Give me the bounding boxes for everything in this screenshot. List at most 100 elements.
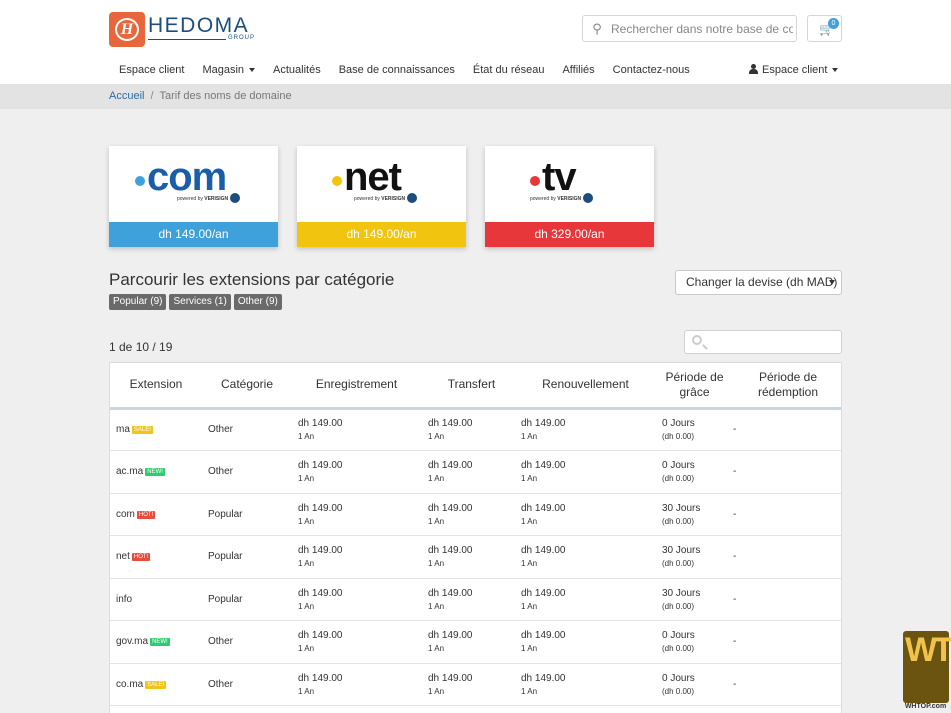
extension-cell: gov.ma NEW! (110, 620, 202, 664)
status-badge: HOT! (136, 510, 156, 519)
cart-button[interactable]: 🛒 0 (807, 15, 842, 42)
featured-tld-card-net[interactable]: net powered by VERISIGN dh 149.00/an (297, 146, 466, 247)
tld-logo: tv powered by VERISIGN (485, 146, 654, 222)
grace-period-cell: 0 Jours (dh 0.00) (656, 450, 733, 494)
chevron-down-icon (829, 280, 835, 285)
category-cell: Other (202, 620, 292, 664)
grace-period-cell: 0 Jours (dh 0.00) (656, 620, 733, 664)
user-icon (748, 64, 758, 74)
column-header-0[interactable]: Extension (110, 363, 202, 410)
featured-tld-card-tv[interactable]: tv powered by VERISIGN dh 329.00/an (485, 146, 654, 247)
brand-group: GROUP (228, 35, 256, 41)
breadcrumb-bar: Accueil / Tarif des noms de domaine (0, 84, 951, 109)
grace-period-cell: 30 Jours (dh 0.00) (656, 535, 733, 579)
featured-price: dh 149.00/an (109, 222, 278, 247)
status-badge: NEW! (145, 468, 165, 477)
renewal-price-cell: dh 149.00 1 An (515, 535, 656, 579)
redemption-period-cell: - (733, 663, 841, 706)
status-badge: SALE! (145, 680, 167, 689)
category-filter-1[interactable]: Services (1) (169, 294, 231, 310)
redemption-period-cell: - (733, 450, 841, 494)
grace-period-cell: 0 Jours (dh 0.00) (656, 408, 733, 451)
search-icon: ⚲ (592, 20, 602, 36)
table-row: gov.ma NEW! Other dh 149.00 1 An dh 149.00 1 A… (110, 620, 841, 664)
featured-price: dh 149.00/an (297, 222, 466, 247)
table-row: co.ma SALE! Other dh 149.00 1 An dh 149.00 1 A… (110, 663, 841, 706)
nav-item-5[interactable]: Affiliés (552, 60, 602, 80)
register-price-cell: dh 149.00 1 An (292, 663, 428, 706)
transfer-price-cell: dh 149.00 1 An (428, 408, 515, 451)
breadcrumb: Accueil / Tarif des noms de domaine (109, 90, 292, 102)
redemption-period-cell: - (733, 535, 841, 579)
column-header-3[interactable]: Transfert (428, 363, 515, 410)
column-header-5[interactable]: Période de grâce (656, 363, 733, 410)
category-cell: Other (202, 408, 292, 451)
register-price-cell: dh 149.00 1 An (292, 535, 428, 579)
featured-price: dh 329.00/an (485, 222, 654, 247)
verisign-icon (583, 193, 594, 203)
column-header-1[interactable]: Catégorie (202, 363, 292, 410)
redemption-period-cell: - (733, 408, 841, 451)
account-menu[interactable]: Espace client (748, 60, 839, 80)
chevron-down-icon (832, 68, 839, 73)
verisign-icon (407, 193, 418, 203)
search-icon (692, 335, 702, 345)
extension-cell: info (110, 578, 202, 621)
transfer-price-cell: dh 149.00 1 An (428, 620, 515, 664)
extension-cell: net HOT! (110, 535, 202, 579)
category-cell: Popular (202, 535, 292, 579)
search-input[interactable] (611, 21, 793, 36)
featured-tld-card-com[interactable]: com powered by VERISIGN dh 149.00/an (109, 146, 278, 247)
pagination-info: 1 de 10 / 19 (109, 340, 173, 354)
transfer-price-cell: dh 149.00 1 An (428, 450, 515, 494)
transfer-price-cell: dh 149.00 1 An (428, 578, 515, 621)
renewal-price-cell: dh 149.00 1 An (515, 493, 656, 536)
renewal-price-cell: dh 149.00 1 An (515, 578, 656, 621)
category-filter-0[interactable]: Popular (9) (109, 294, 167, 310)
table-row: info Popular dh 149.00 1 An dh 149.00 1 An dh … (110, 578, 841, 621)
nav-item-4[interactable]: État du réseau (463, 60, 553, 80)
status-badge: HOT! (131, 553, 151, 562)
brand-logo[interactable]: H HEDOMA GROUP (109, 11, 259, 47)
register-price-cell: dh 149.00 1 An (292, 578, 428, 621)
category-filters: Popular (9) Services (1) Other (9) (109, 294, 285, 310)
redemption-period-cell: - (733, 620, 841, 664)
nav-item-3[interactable]: Base de connaissances (329, 60, 463, 80)
section-title: Parcourir les extensions par catégorie (109, 270, 395, 289)
register-price-cell: dh 149.00 1 An (292, 620, 428, 664)
table-search-input[interactable] (684, 330, 842, 354)
register-price-cell: dh 149.00 1 An (292, 493, 428, 536)
pricing-table: Extension Catégorie Enregistrement Transfer… (109, 362, 842, 713)
register-price-cell: dh 149.00 1 An (292, 450, 428, 494)
breadcrumb-home[interactable]: Accueil (109, 90, 144, 102)
breadcrumb-current: Tarif des noms de domaine (159, 90, 292, 102)
extension-cell: ma SALE! (110, 408, 202, 451)
status-badge: NEW! (150, 638, 170, 647)
whtop-watermark: WT WHTOP.com (903, 631, 951, 710)
status-badge: SALE! (131, 426, 153, 435)
nav-item-0[interactable]: Espace client (109, 60, 192, 80)
grace-period-cell: 0 Jours (dh 0.00) (656, 663, 733, 706)
column-header-2[interactable]: Enregistrement (292, 363, 428, 410)
tld-logo: com powered by VERISIGN (109, 146, 278, 222)
grace-period-cell: 30 Jours (dh 0.00) (656, 578, 733, 621)
nav-item-1[interactable]: Magasin (192, 60, 263, 80)
verisign-icon (230, 193, 241, 203)
renewal-price-cell: dh 149.00 1 An (515, 408, 656, 451)
extension-cell: ac.ma NEW! (110, 450, 202, 494)
renewal-price-cell: dh 149.00 1 An (515, 663, 656, 706)
column-header-4[interactable]: Renouvellement (515, 363, 656, 410)
main-nav: Espace client Magasin Actualités Base de co… (109, 60, 698, 80)
category-cell: Popular (202, 578, 292, 621)
redemption-period-cell: - (733, 493, 841, 536)
table-row: ma SALE! Other dh 149.00 1 An dh 149.00 1 An dh… (110, 408, 841, 451)
knowledgebase-search[interactable]: ⚲ (582, 15, 797, 42)
category-filter-2[interactable]: Other (9) (233, 294, 282, 310)
chevron-down-icon (249, 68, 256, 73)
category-cell: Popular (202, 493, 292, 536)
nav-item-6[interactable]: Contactez-nous (603, 60, 698, 80)
currency-select[interactable]: Changer la devise (dh MAD) (675, 270, 842, 295)
nav-item-2[interactable]: Actualités (263, 60, 329, 80)
column-header-6[interactable]: Période de rédemption (733, 363, 841, 410)
table-row: net HOT! Popular dh 149.00 1 An dh 149.00 1 An… (110, 535, 841, 579)
